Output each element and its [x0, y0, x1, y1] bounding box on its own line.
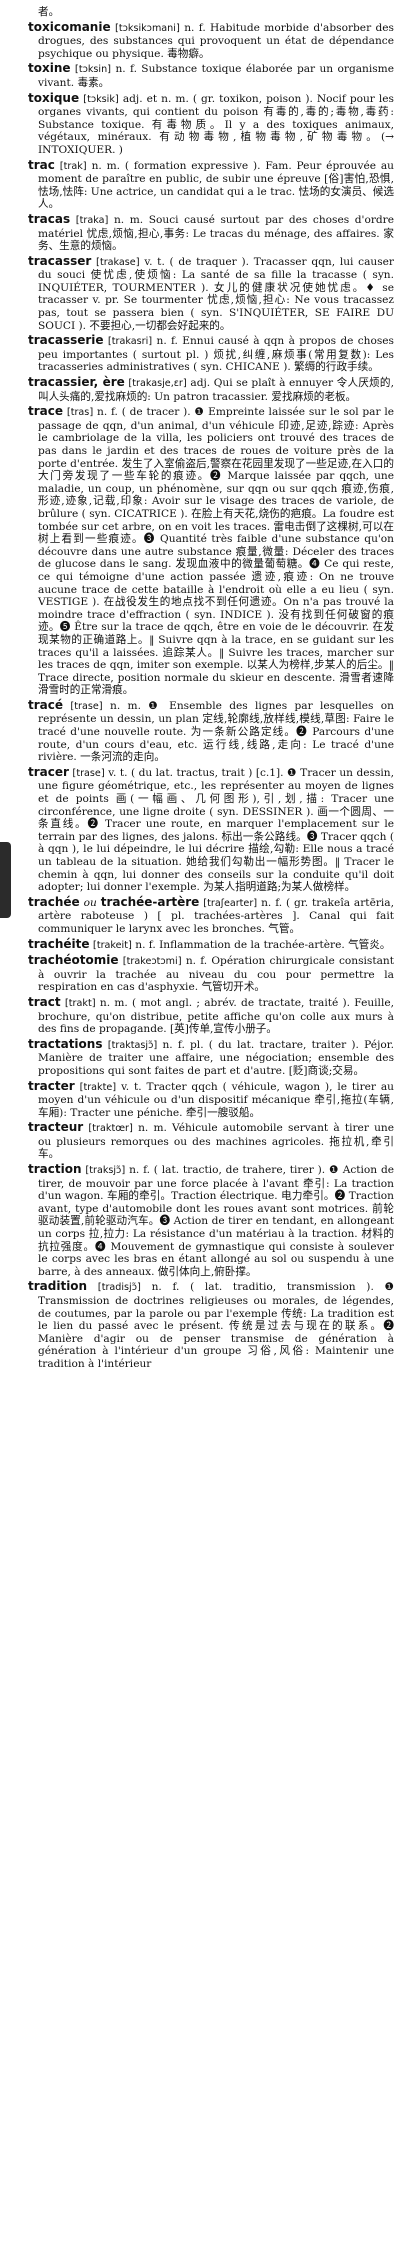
- entry-definition: n. f. Inflammation de la trachée-artère.…: [135, 938, 391, 951]
- headword: tracer: [28, 764, 69, 779]
- phonetic-transcription: trak: [63, 160, 83, 172]
- headword: tractations: [28, 1036, 103, 1051]
- dictionary-entry-toxique: toxique [tɔksik] adj. et n. m. ( gr. tox…: [28, 90, 394, 157]
- headword: trachéotomie: [28, 953, 119, 968]
- phonetic-transcription: traʃearter: [207, 897, 254, 909]
- phonetic-transcription: traktasjɔ̃: [111, 1039, 154, 1051]
- dictionary-entry-tracteur: tracteur [traktœr] n. m. Véhicule automo…: [28, 1121, 394, 1161]
- headword: tradition: [28, 1279, 88, 1294]
- phonetic-bracket-close: ]: [253, 897, 258, 909]
- phonetic-bracket-close: ]: [107, 64, 112, 76]
- dictionary-entry-tracter: tracter [trakte] v. t. Tracter qqch ( vé…: [28, 1078, 394, 1120]
- phonetic-bracket-close: ]: [121, 1165, 126, 1177]
- phonetic-bracket-close: ]: [153, 1039, 158, 1051]
- entry-definition: n. f. ( de tracer ). ❶ Empreinte laissée…: [38, 406, 394, 697]
- dictionary-entry-tracasserie: tracasserie [trakasri] n. f. Ennui causé…: [28, 334, 394, 374]
- dictionary-entry-tracassier: tracassier, ère [trakasje,ɛr] adj. Qui s…: [28, 376, 394, 403]
- dictionary-entry-tracheite: trachéite [trakeit] n. f. Inflammation d…: [28, 936, 394, 953]
- headword: tracassier, ère: [28, 375, 125, 390]
- entry-definition: v. t. ( du lat. tractus, trait ) [c.1]. …: [38, 766, 394, 894]
- phonetic-bracket-close: ]: [98, 700, 103, 712]
- headword: toxique: [28, 90, 80, 105]
- phonetic-bracket-close: ]: [177, 956, 182, 968]
- phonetic-bracket-close: ]: [89, 407, 94, 419]
- headword: tracasser: [28, 253, 92, 268]
- dictionary-entry-tracheotomie: trachéotomie [trakeɔtɔmi] n. f. Opératio…: [28, 954, 394, 994]
- phonetic-transcription: tɔksin: [78, 64, 108, 76]
- headword: traction: [28, 1162, 82, 1177]
- headword-connector: ou: [83, 896, 97, 909]
- dictionary-entry-traction: traction [traksjɔ̃] n. f. ( lat. tractio…: [28, 1163, 394, 1278]
- phonetic-transcription: trase: [74, 700, 99, 712]
- headword: trace: [28, 404, 64, 419]
- dictionary-entry-trace: trace [tras] n. f. ( de tracer ). ❶ Empr…: [28, 405, 394, 697]
- phonetic-bracket-close: ]: [112, 1081, 117, 1093]
- phonetic-bracket-close: ]: [148, 336, 153, 348]
- phonetic-transcription: trakte: [83, 1081, 113, 1093]
- phonetic-transcription: trakasje,ɛr: [132, 378, 183, 390]
- dictionary-entry-tracasser: tracasser [trakase] v. t. ( de traquer )…: [28, 253, 394, 333]
- phonetic-bracket-close: ]: [91, 997, 96, 1009]
- dictionary-entry-tract: tract [trakt] n. m. ( mot angl. ; abrév.…: [28, 996, 394, 1036]
- phonetic-bracket-close: ]: [127, 939, 132, 951]
- entry-definition: n. m. ( formation expressive ). Fam. Peu…: [38, 159, 395, 211]
- phonetic-bracket-close: ]: [82, 160, 87, 172]
- phonetic-transcription: traksjɔ̃: [89, 1165, 122, 1177]
- headword: tracter: [28, 1078, 75, 1093]
- headword: tract: [28, 994, 61, 1009]
- entry-list: 者。 toxicomanie [tɔksikɔmani] n. f. Habitu…: [28, 6, 394, 1371]
- dictionary-entry-tracas: tracas [traka] n. m. Souci causé surtout…: [28, 213, 394, 253]
- phonetic-bracket-close: ]: [135, 256, 140, 268]
- thumb-index-tab: [0, 842, 11, 918]
- headword: trac: [28, 157, 55, 172]
- dictionary-entry-toxicomanie: toxicomanie [tɔksikɔmani] n. f. Habitude…: [28, 19, 394, 61]
- phonetic-transcription: tradisjɔ̃: [101, 1282, 137, 1294]
- phonetic-transcription: tras: [70, 407, 90, 419]
- dictionary-entry-trace-m: tracé [trase] n. m. ❶ Ensemble des ligne…: [28, 699, 394, 764]
- headword: tracas: [28, 211, 71, 226]
- phonetic-transcription: trakeɔtɔmi: [126, 956, 178, 968]
- entry-definition: n. f. ( lat. traditio, transmission ). ❶…: [38, 1281, 395, 1370]
- entry-definition: n. f. ( lat. tractio, de trahere, tirer …: [38, 1164, 395, 1278]
- phonetic-bracket-close: ]: [175, 22, 180, 34]
- phonetic-transcription: trase: [76, 767, 101, 779]
- headword: trachéite: [28, 936, 90, 951]
- dictionary-entry-tradition: tradition [tradisjɔ̃] n. f. ( lat. tradi…: [28, 1280, 394, 1370]
- phonetic-bracket-close: ]: [100, 767, 105, 779]
- phonetic-bracket-close: ]: [114, 93, 119, 105]
- dictionary-entry-trac: trac [trak] n. m. ( formation expressive…: [28, 157, 395, 211]
- headword: toxine: [28, 61, 71, 76]
- phonetic-transcription: trakasri: [111, 336, 149, 348]
- dictionary-entry-continuation: 者。: [28, 6, 394, 19]
- phonetic-transcription: tɔksik: [87, 93, 115, 105]
- phonetic-transcription: traktœr: [92, 1123, 129, 1135]
- headword: tracteur: [28, 1120, 84, 1135]
- phonetic-bracket-close: ]: [182, 378, 187, 390]
- phonetic-transcription: trakase: [99, 256, 136, 268]
- phonetic-bracket-close: ]: [136, 1282, 141, 1294]
- entry-definition: 者。: [38, 6, 60, 18]
- phonetic-transcription: trakt: [68, 997, 92, 1009]
- phonetic-transcription: trakeit: [96, 939, 128, 951]
- headword: tracé: [28, 697, 64, 712]
- phonetic-bracket-close: ]: [104, 214, 109, 226]
- headword: toxicomanie: [28, 19, 111, 34]
- entry-definition: v. t. ( de traquer ). Tracasser qqn, lui…: [38, 255, 394, 332]
- phonetic-transcription: tɔksikɔmani: [118, 22, 176, 34]
- dictionary-entry-tractations: tractations [traktasjɔ̃] n. f. pl. ( du …: [28, 1036, 394, 1078]
- phonetic-transcription: traka: [79, 214, 105, 226]
- dictionary-page: 者。 toxicomanie [tɔksikɔmani] n. f. Habitu…: [0, 0, 402, 2263]
- dictionary-entry-toxine: toxine [tɔksin] n. f. Substance toxique …: [28, 62, 394, 89]
- phonetic-bracket-close: ]: [128, 1123, 133, 1135]
- headword: trachée: [28, 894, 80, 909]
- dictionary-entry-trachee: trachée ou trachée-artère [traʃearter] n…: [28, 894, 394, 936]
- headword: tracasserie: [28, 333, 104, 348]
- dictionary-entry-tracer: tracer [trase] v. t. ( du lat. tractus, …: [28, 766, 394, 894]
- headword-variant: trachée-artère: [100, 894, 200, 909]
